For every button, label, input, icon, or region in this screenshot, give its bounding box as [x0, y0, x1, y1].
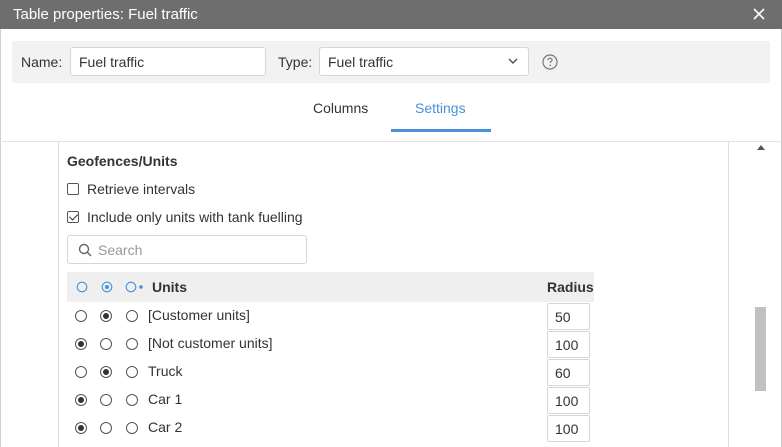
name-field[interactable]: Fuel traffic — [70, 47, 266, 76]
tab-bar: Columns Settings — [0, 90, 782, 132]
row-radio-2[interactable] — [100, 394, 112, 406]
row-radio-1[interactable] — [75, 310, 87, 322]
name-label: Name: — [21, 54, 63, 70]
units-table-header: Units Radius — [67, 272, 594, 302]
row-radio-2[interactable] — [100, 310, 112, 322]
unit-name: Car 2 — [148, 419, 183, 435]
close-icon[interactable] — [752, 7, 766, 21]
type-select-value: Fuel traffic — [328, 54, 394, 70]
radius-input[interactable]: 100 — [547, 331, 590, 358]
scrollbar-thumb[interactable] — [755, 307, 766, 391]
table-row: Car 2 100 — [67, 414, 594, 442]
retrieve-intervals-option[interactable]: Retrieve intervals — [67, 180, 195, 198]
radius-input[interactable]: 100 — [547, 415, 590, 442]
name-type-bar: Name: Fuel traffic Type: Fuel traffic — [12, 41, 770, 83]
search-input[interactable] — [98, 241, 298, 259]
table-row: Truck 60 — [67, 358, 594, 386]
tab-settings[interactable]: Settings — [415, 100, 466, 116]
table-row: Car 1 100 — [67, 386, 594, 414]
type-label: Type: — [278, 54, 313, 70]
unit-name: Car 1 — [148, 391, 183, 407]
unit-name: Truck — [148, 363, 183, 379]
search-box[interactable] — [67, 235, 307, 264]
type-select[interactable]: Fuel traffic — [319, 47, 529, 76]
radius-input[interactable]: 100 — [547, 387, 590, 414]
tank-fuelling-option[interactable]: Include only units with tank fuelling — [67, 208, 303, 226]
select-all-icon[interactable] — [101, 281, 113, 293]
tank-fuelling-label: Include only units with tank fuelling — [87, 209, 303, 225]
row-radio-3[interactable] — [126, 338, 138, 350]
dialog-titlebar: Table properties: Fuel traffic — [0, 0, 782, 29]
unit-name: [Not customer units] — [148, 335, 273, 351]
row-radio-2[interactable] — [100, 338, 112, 350]
scroll-up-arrow-icon[interactable] — [757, 145, 765, 150]
radius-input[interactable]: 60 — [547, 359, 590, 386]
row-radio-1[interactable] — [75, 338, 87, 350]
row-radio-1[interactable] — [75, 366, 87, 378]
row-radio-3[interactable] — [126, 422, 138, 434]
table-row: [Not customer units] 100 — [67, 330, 594, 358]
invert-selection-icon[interactable] — [125, 281, 145, 293]
row-radio-2[interactable] — [100, 366, 112, 378]
row-radio-1[interactable] — [75, 422, 87, 434]
retrieve-intervals-checkbox[interactable] — [67, 183, 79, 195]
row-radio-3[interactable] — [126, 394, 138, 406]
select-none-icon[interactable] — [76, 281, 88, 293]
search-icon — [78, 243, 92, 257]
units-column-header[interactable]: Units — [152, 279, 187, 295]
row-radio-3[interactable] — [126, 310, 138, 322]
radius-input[interactable]: 50 — [547, 303, 590, 330]
unit-name: [Customer units] — [148, 307, 250, 323]
retrieve-intervals-label: Retrieve intervals — [87, 181, 196, 197]
dialog-title: Table properties: Fuel traffic — [13, 6, 198, 23]
section-title: Geofences/Units — [67, 153, 178, 169]
row-radio-1[interactable] — [75, 394, 87, 406]
tab-columns[interactable]: Columns — [313, 100, 368, 116]
help-icon[interactable] — [542, 54, 558, 70]
radius-column-header: Radius — [547, 279, 594, 295]
tank-fuelling-checkbox[interactable] — [67, 211, 79, 223]
row-radio-2[interactable] — [100, 422, 112, 434]
name-field-value: Fuel traffic — [79, 54, 145, 70]
scrollbar-track[interactable] — [749, 142, 771, 447]
table-row: [Customer units] 50 — [67, 302, 594, 330]
active-tab-indicator — [391, 129, 491, 132]
chevron-down-icon — [508, 58, 518, 65]
row-radio-3[interactable] — [126, 366, 138, 378]
